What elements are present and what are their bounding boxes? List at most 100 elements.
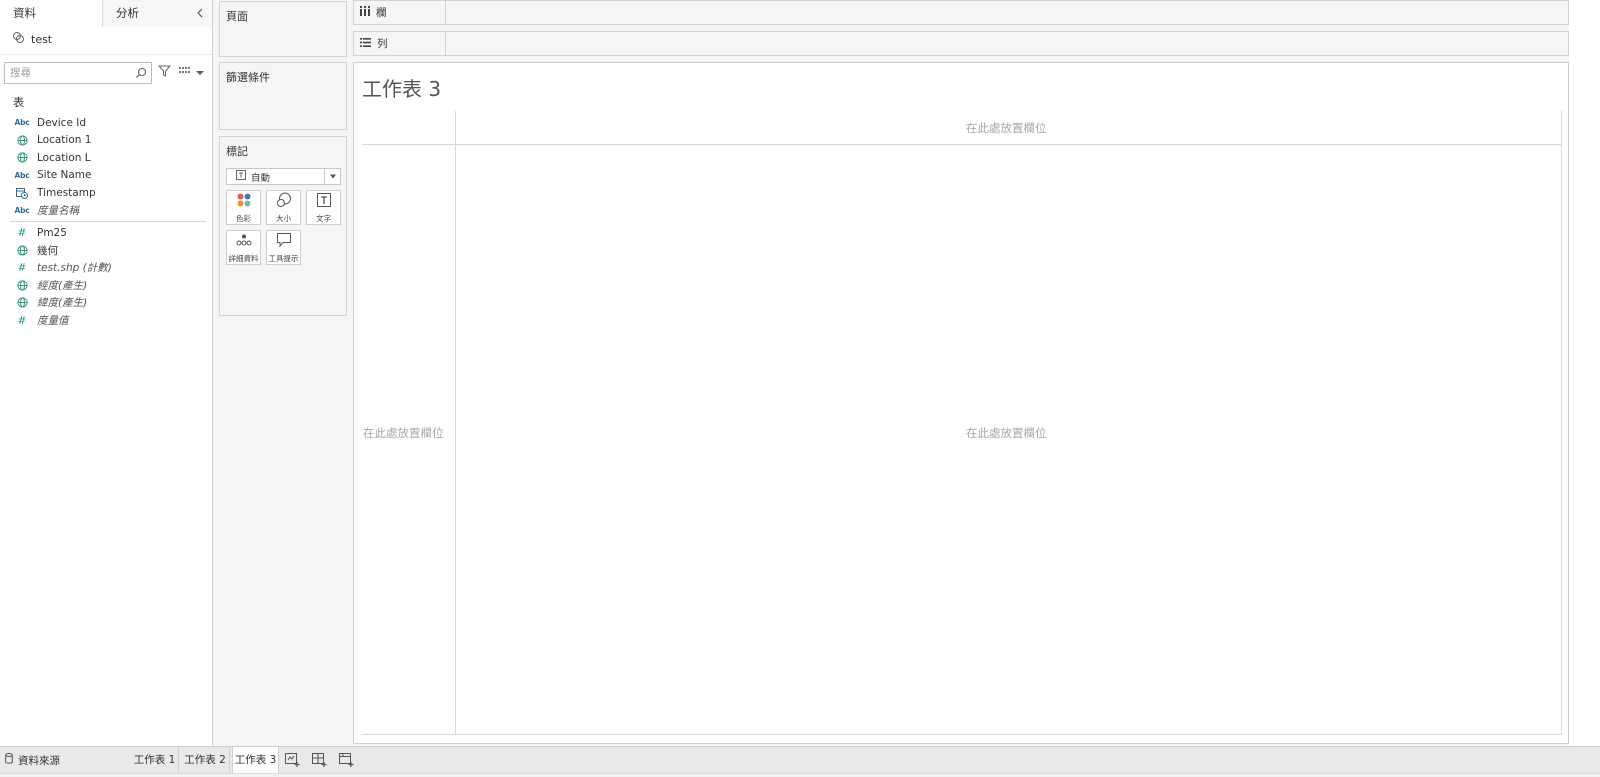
tooltip-button[interactable]: 工具提示 [266, 230, 301, 265]
filters-card-title: 篩選條件 [226, 71, 270, 84]
field-item[interactable]: 經度(產生) [0, 277, 212, 295]
marks-card: 標記 自動 色彩 大小 文字 詳細資料 工具提示 [219, 136, 347, 316]
field-label: Device Id [37, 116, 87, 129]
size-icon [276, 192, 292, 211]
search-input[interactable] [5, 62, 125, 83]
datetime-icon [14, 187, 30, 199]
drop-field-rows-hint[interactable]: 在此處放置欄位 [363, 425, 444, 441]
new-dashboard-icon[interactable] [312, 753, 328, 767]
field-item[interactable]: 緯度(產生) [0, 294, 212, 312]
pages-card-title: 頁面 [226, 10, 248, 23]
field-item[interactable]: Abc Device Id [0, 114, 212, 132]
columns-shelf-header: 欄 [354, 1, 446, 24]
field-label: Location 1 [37, 134, 92, 147]
number-type-icon: # [17, 226, 27, 240]
table-section-title: 表 [13, 96, 24, 109]
string-type-icon: Abc [14, 205, 30, 215]
field-item[interactable]: # Pm25 [0, 224, 212, 242]
dimensions-list: Abc Device Id Location 1 Location L Abc Site … [0, 114, 212, 219]
collapse-pane-icon[interactable] [194, 7, 206, 19]
search-row [0, 54, 212, 86]
right-side-strip [1569, 0, 1600, 746]
detail-label: 詳細資料 [228, 253, 259, 263]
number-type-icon: # [17, 261, 27, 275]
new-worksheet-icon[interactable] [285, 753, 301, 767]
field-label: 度量名稱 [37, 204, 79, 217]
datasource-icon [12, 31, 25, 47]
view-right-border [1561, 111, 1562, 735]
field-label: test.shp (計數) [37, 262, 112, 275]
pane-tabs: 資料 分析 [0, 0, 212, 27]
field-item[interactable]: # test.shp (計數) [0, 259, 212, 277]
field-item[interactable]: 幾何 [0, 242, 212, 260]
tab-data[interactable]: 資料 [0, 0, 103, 27]
color-icon [236, 192, 252, 211]
field-item[interactable]: Location 1 [0, 132, 212, 150]
chevron-down-icon[interactable] [324, 169, 340, 184]
datasource-item[interactable]: test [0, 27, 212, 51]
field-item[interactable]: Timestamp [0, 184, 212, 202]
field-item[interactable]: # 度量值 [0, 312, 212, 330]
datasource-tab-label: 資料來源 [18, 754, 60, 767]
text-label: 文字 [316, 213, 331, 223]
drop-field-main-hint[interactable]: 在此處放置欄位 [966, 425, 1047, 441]
detail-button[interactable]: 詳細資料 [226, 230, 261, 265]
field-item[interactable]: Abc 度量名稱 [0, 202, 212, 220]
mark-type-select[interactable]: 自動 [226, 168, 341, 185]
columns-shelf[interactable]: 欄 [353, 0, 1569, 25]
search-box [4, 61, 152, 84]
number-type-icon: # [17, 313, 27, 327]
text-button[interactable]: 文字 [306, 190, 341, 225]
rows-shelf[interactable]: 列 [353, 31, 1569, 56]
sheet-title[interactable]: 工作表 3 [362, 73, 441, 102]
search-icon[interactable] [135, 67, 147, 82]
worksheet-view: 工作表 3 在此處放置欄位 在此處放置欄位 在此處放置欄位 [353, 62, 1569, 744]
text-icon [316, 192, 332, 211]
field-label: Pm25 [37, 226, 67, 239]
filters-card[interactable]: 篩選條件 [219, 62, 347, 130]
rows-shelf-header: 列 [354, 32, 446, 55]
row-header-divider [455, 111, 456, 735]
tooltip-label: 工具提示 [268, 253, 299, 263]
data-pane: 資料 分析 test 表 Abc Device Id Location 1 Locat… [0, 0, 213, 746]
string-type-icon: Abc [14, 118, 30, 128]
field-label: Site Name [37, 169, 92, 182]
sheet-tab-2[interactable]: 工作表 2 [181, 747, 230, 773]
dimension-measure-divider [10, 221, 206, 222]
chevron-down-icon[interactable] [196, 66, 204, 79]
filter-icon[interactable] [157, 65, 172, 80]
marks-card-title: 標記 [226, 145, 248, 158]
new-story-icon[interactable] [339, 753, 355, 767]
field-item[interactable]: Location L [0, 149, 212, 167]
column-header-divider [362, 144, 1562, 145]
pages-card[interactable]: 頁面 [219, 1, 347, 57]
field-item[interactable]: Abc Site Name [0, 167, 212, 185]
globe-icon [14, 244, 30, 256]
globe-icon [14, 279, 30, 291]
field-label: 緯度(產生) [37, 297, 88, 310]
globe-icon [14, 134, 30, 146]
datasource-name: test [31, 32, 53, 46]
field-label: 幾何 [37, 244, 58, 257]
tooltip-icon [276, 232, 292, 251]
globe-icon [14, 152, 30, 164]
size-button[interactable]: 大小 [266, 190, 301, 225]
detail-icon [236, 232, 252, 251]
color-label: 色彩 [236, 213, 251, 223]
view-options-icon[interactable] [179, 66, 191, 79]
size-label: 大小 [276, 213, 291, 223]
sheet-tab-1[interactable]: 工作表 1 [131, 747, 179, 773]
string-type-icon: Abc [14, 170, 30, 180]
view-bottom-border [362, 734, 1562, 735]
status-bar [0, 773, 1600, 777]
field-label: Location L [37, 151, 91, 164]
sheet-tab-bar: 資料來源 工作表 1 工作表 2 工作表 3 [0, 746, 1600, 777]
datasource-tab[interactable]: 資料來源 [0, 747, 130, 773]
drop-field-columns-hint[interactable]: 在此處放置欄位 [966, 120, 1047, 136]
globe-icon [14, 297, 30, 309]
color-button[interactable]: 色彩 [226, 190, 261, 225]
rows-icon [360, 37, 371, 50]
field-label: Timestamp [37, 186, 96, 199]
columns-shelf-label: 欄 [376, 7, 387, 19]
sheet-tab-3[interactable]: 工作表 3 [232, 747, 279, 773]
